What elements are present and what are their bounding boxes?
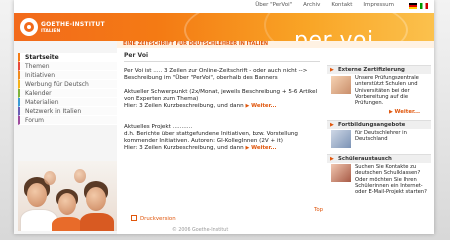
arrow-right-icon: ▶ bbox=[330, 156, 334, 162]
site-title: per voi bbox=[294, 28, 374, 41]
fortbildung-text: für Deutschlehrer in Deutschland bbox=[355, 130, 407, 143]
arrow-right-icon: ▶ bbox=[389, 109, 393, 115]
subtitle-bar: EINE ZEITSCHRIFT FÜR DEUTSCHLEHRER IN IT… bbox=[117, 41, 434, 48]
sidebar-item-werbung[interactable]: Werbung für Deutsch bbox=[18, 80, 117, 89]
top-link-impressum[interactable]: Impressum bbox=[363, 2, 394, 8]
sidebar-item-forum[interactable]: Forum bbox=[18, 116, 117, 125]
goethe-logo-icon bbox=[20, 18, 38, 36]
footer-copyright: © 2006 Goethe-Institut bbox=[172, 228, 229, 233]
brand-subtitle: ITALIEN bbox=[41, 29, 61, 34]
zertifizierung-thumbnail[interactable] bbox=[331, 76, 351, 94]
subtitle: EINE ZEITSCHRIFT FÜR DEUTSCHLEHRER IN IT… bbox=[123, 41, 269, 47]
flag-it-icon[interactable] bbox=[420, 3, 428, 9]
projekt-text: d.h. Berichte über stattgefundene Initia… bbox=[124, 131, 298, 144]
box-head-zertifizierung[interactable]: ▶ Externe Zertifizierung bbox=[327, 65, 431, 74]
arrow-right-icon: ▶ bbox=[330, 122, 334, 128]
language-flags bbox=[409, 3, 428, 9]
schwerpunkt-short: Hier: 3 Zeilen Kurzbeschreibung, und dan… bbox=[124, 103, 244, 109]
flag-de-icon[interactable] bbox=[409, 3, 417, 9]
sidebar-item-startseite[interactable]: Startseite bbox=[18, 53, 117, 62]
top-link-contact[interactable]: Kontakt bbox=[331, 2, 352, 8]
intro-text: Per Voi ist ..... 3 Zeilen zur Online-Ze… bbox=[124, 68, 308, 81]
sidebar-item-materialien[interactable]: Materialien bbox=[18, 98, 117, 107]
webpage: Über "PerVoi" Archiv Kontakt Impressum p… bbox=[14, 0, 434, 234]
weiter-link[interactable]: Weiter... bbox=[395, 109, 421, 115]
schwerpunkt-teaser: Hier: 3 Zeilen Kurzbeschreibung, und dan… bbox=[124, 103, 320, 110]
sidebar-item-themen[interactable]: Themen bbox=[18, 62, 117, 71]
box-head-fortbildung[interactable]: ▶ Fortbildungsangebote bbox=[327, 120, 431, 129]
top-navigation: Über "PerVoi" Archiv Kontakt Impressum bbox=[14, 0, 434, 14]
sidebar-item-initiativen[interactable]: Initiativen bbox=[18, 71, 117, 80]
divider bbox=[124, 61, 320, 62]
weiter-link[interactable]: Weiter... bbox=[251, 103, 277, 109]
brand-name: GOETHE-INSTITUT bbox=[41, 21, 105, 28]
sidebar-item-kalender[interactable]: Kalender bbox=[18, 89, 117, 98]
zertifizierung-weiter: ▶ Weiter... bbox=[389, 109, 429, 115]
projekt-title: Aktuelles Projekt ........... bbox=[124, 124, 193, 130]
brand-logo[interactable]: GOETHE-INSTITUT ITALIEN bbox=[14, 13, 117, 41]
main-content: Per Voi Per Voi ist ..... 3 Zeilen zur O… bbox=[122, 48, 323, 234]
sidebar-menu: Startseite Themen Initiativen Werbung fü… bbox=[18, 53, 117, 125]
arrow-right-icon: ▶ bbox=[245, 103, 250, 109]
top-link-archive[interactable]: Archiv bbox=[303, 2, 320, 8]
printer-icon[interactable] bbox=[131, 215, 137, 221]
right-column: ▶ Externe Zertifizierung Unsere Prüfungs… bbox=[327, 48, 434, 234]
print-version-link[interactable]: Druckversion bbox=[140, 216, 176, 222]
students-photo bbox=[18, 161, 117, 231]
page-title: Per Voi bbox=[124, 52, 149, 59]
box-title: Externe Zertifizierung bbox=[338, 67, 405, 73]
sidebar-item-netzwerk[interactable]: Netzwerk in Italien bbox=[18, 107, 117, 116]
fortbildung-thumbnail[interactable] bbox=[331, 130, 351, 148]
screenshot-frame: Über "PerVoi" Archiv Kontakt Impressum p… bbox=[0, 0, 450, 240]
zertifizierung-text: Unsere Prüfungszentrale unterstützt Schu… bbox=[355, 75, 419, 107]
projekt-teaser: Hier: 3 Zeilen Kurzbeschreibung, und dan… bbox=[124, 145, 320, 152]
top-link-about[interactable]: Über "PerVoi" bbox=[255, 2, 292, 8]
box-head-austausch[interactable]: ▶ Schüleraustausch bbox=[327, 154, 431, 163]
austausch-text: Suchen Sie Kontakte zu deutschen Schulkl… bbox=[355, 164, 427, 196]
schwerpunkt-text: Aktueller Schwerpunkt (2x/Monat, jeweils… bbox=[124, 89, 318, 102]
projekt-short: Hier: 3 Zeilen Kurzbeschreibung, und dan… bbox=[124, 145, 244, 151]
arrow-right-icon: ▶ bbox=[330, 67, 334, 73]
weiter-link[interactable]: Weiter... bbox=[251, 145, 277, 151]
austausch-thumbnail[interactable] bbox=[331, 164, 351, 182]
sidebar: Startseite Themen Initiativen Werbung fü… bbox=[14, 41, 117, 234]
box-title: Schüleraustausch bbox=[338, 156, 392, 162]
arrow-right-icon: ▶ bbox=[245, 145, 250, 151]
box-title: Fortbildungsangebote bbox=[338, 122, 406, 128]
top-links: Über "PerVoi" Archiv Kontakt Impressum bbox=[255, 2, 394, 8]
top-link[interactable]: Top bbox=[314, 207, 323, 213]
